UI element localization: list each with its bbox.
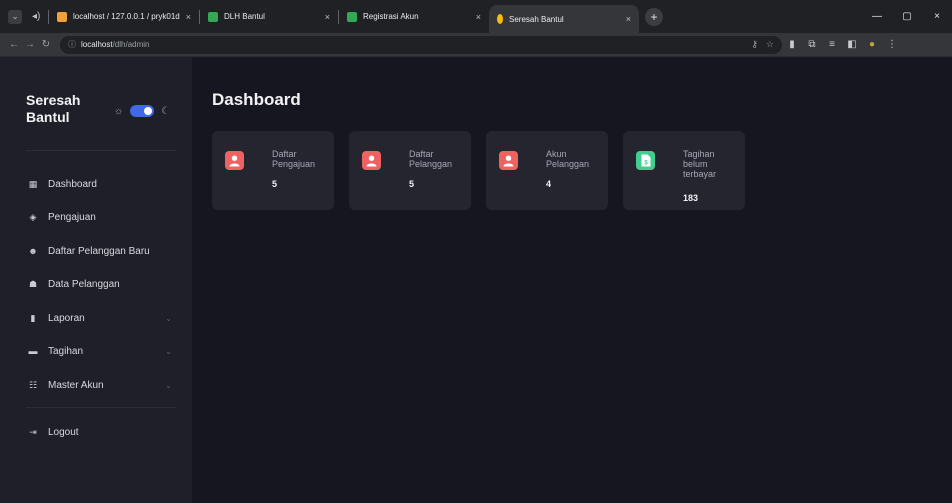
sidebar-item-label: Master Akun bbox=[48, 379, 104, 391]
stat-label: Tagihan belum terbayar bbox=[683, 149, 717, 179]
bookmark-star-icon[interactable]: ☆ bbox=[766, 39, 774, 50]
sidebar-item-tagihan[interactable]: ▬ Tagihan ⌄ bbox=[26, 342, 176, 360]
minimize-icon[interactable]: — bbox=[862, 11, 892, 22]
stat-value: 183 bbox=[683, 193, 699, 203]
close-window-icon[interactable]: × bbox=[922, 11, 952, 22]
close-tab-icon[interactable]: × bbox=[626, 14, 631, 24]
sidebar-item-label: Dashboard bbox=[48, 178, 97, 190]
tab-title: localhost / 127.0.0.1 / pryk01dl bbox=[73, 12, 180, 21]
chevron-down-icon: ⌄ bbox=[165, 380, 172, 390]
browser-tabbar: ⌄ ◂) localhost / 127.0.0.1 / pryk01dl × … bbox=[0, 0, 952, 33]
menu-kebab-icon[interactable]: ⋮ bbox=[882, 39, 902, 50]
close-tab-icon[interactable]: × bbox=[186, 12, 191, 22]
sidebar-item-daftar-pelanggan-baru[interactable]: ☻ Daftar Pelanggan Baru bbox=[26, 242, 176, 260]
stat-card-akun-pelanggan[interactable]: Akun Pelanggan 4 bbox=[486, 131, 608, 210]
tab-search-icon[interactable]: ⌄ bbox=[8, 9, 22, 24]
sidebar-item-dashboard[interactable]: ▦ Dashboard bbox=[26, 175, 176, 193]
user-icon bbox=[225, 151, 244, 170]
browser-tab-phpmyadmin[interactable]: localhost / 127.0.0.1 / pryk01dl × bbox=[49, 0, 199, 33]
address-bar[interactable]: ⓘ localhost/dlh/admin ⚷ ☆ bbox=[60, 35, 782, 54]
user-icon: ☗ bbox=[28, 278, 38, 289]
main-content: Dashboard Daftar Pengajuan 5 Daftar Pela… bbox=[192, 57, 952, 503]
theme-toggle[interactable] bbox=[130, 105, 155, 117]
reload-icon[interactable]: ↻ bbox=[38, 39, 54, 50]
brand-title[interactable]: Seresah Bantul bbox=[26, 92, 106, 126]
sun-icon: ☼ bbox=[114, 105, 124, 117]
invoice-icon: $ bbox=[636, 151, 655, 170]
sidebar-item-label: Laporan bbox=[48, 312, 85, 324]
sidebar-item-pengajuan[interactable]: ◈ Pengajuan bbox=[26, 208, 176, 226]
theme-switcher: ☼ ☾ bbox=[114, 105, 170, 117]
layers-icon: ◈ bbox=[29, 211, 37, 222]
tab-title: Seresah Bantul bbox=[509, 14, 564, 24]
close-tab-icon[interactable]: × bbox=[325, 12, 330, 22]
app: Seresah Bantul ☼ ☾ ▦ Dashboard ◈ Pengaju… bbox=[0, 57, 952, 503]
logout-icon: ⇥ bbox=[29, 426, 37, 437]
window-controls: — ▢ × bbox=[862, 0, 952, 33]
sidebar-item-master-akun[interactable]: ☷ Master Akun ⌄ bbox=[26, 376, 176, 394]
phpmyadmin-icon bbox=[57, 11, 67, 22]
registrasi-favicon-icon bbox=[347, 11, 357, 22]
moon-icon: ☾ bbox=[161, 105, 171, 117]
sidebar-divider bbox=[26, 150, 176, 151]
browser-tab-dlh[interactable]: DLH Bantul × bbox=[200, 0, 338, 33]
new-tab-button[interactable]: + bbox=[645, 7, 663, 26]
stat-card-daftar-pelanggan[interactable]: Daftar Pelanggan 5 bbox=[349, 131, 471, 210]
stat-card-daftar-pengajuan[interactable]: Daftar Pengajuan 5 bbox=[212, 131, 334, 210]
stat-value: 4 bbox=[546, 179, 552, 189]
chevron-down-icon: ⌄ bbox=[165, 346, 172, 356]
page-title: Dashboard bbox=[212, 90, 301, 109]
sidebar-item-laporan[interactable]: ▮ Laporan ⌄ bbox=[26, 309, 176, 327]
file-icon: ▮ bbox=[30, 312, 36, 323]
chevron-down-icon: ⌄ bbox=[165, 313, 172, 323]
forward-icon[interactable]: → bbox=[22, 39, 38, 50]
stat-value: 5 bbox=[409, 179, 415, 189]
profile-avatar-icon[interactable]: ● bbox=[862, 39, 882, 50]
sidebar-item-logout[interactable]: ⇥ Logout bbox=[26, 423, 176, 441]
puzzle-extensions-icon[interactable]: ⧉ bbox=[802, 39, 822, 50]
sidebar-item-label: Daftar Pelanggan Baru bbox=[48, 245, 150, 257]
close-tab-icon[interactable]: × bbox=[476, 12, 481, 22]
password-key-icon[interactable]: ⚷ bbox=[751, 39, 758, 50]
user-plus-icon: ☻ bbox=[28, 246, 38, 256]
sidebar-item-label: Tagihan bbox=[48, 345, 84, 357]
user-icon bbox=[499, 151, 518, 170]
dlh-favicon-icon bbox=[208, 11, 218, 22]
stat-card-tagihan-belum-terbayar[interactable]: $ Tagihan belum terbayar 183 bbox=[623, 131, 745, 210]
sidebar-item-label: Pengajuan bbox=[48, 211, 96, 223]
sidebar-item-label: Data Pelanggan bbox=[48, 278, 120, 290]
stat-label: Akun Pelanggan bbox=[546, 149, 590, 169]
seresah-favicon-icon bbox=[497, 14, 503, 24]
grid-icon: ▦ bbox=[28, 178, 38, 189]
browser-toolbar: ← → ↻ ⓘ localhost/dlh/admin ⚷ ☆ ▮ ⧉ ≡ ◧ … bbox=[0, 33, 952, 57]
receipt-icon: ▬ bbox=[28, 346, 38, 356]
reading-list-icon[interactable]: ≡ bbox=[822, 39, 842, 50]
extension-icon[interactable]: ▮ bbox=[782, 39, 802, 50]
url-host: localhost bbox=[81, 40, 113, 49]
tab-title: DLH Bantul bbox=[224, 12, 265, 21]
user-icon bbox=[362, 151, 381, 170]
stat-label: Daftar Pelanggan bbox=[409, 149, 453, 169]
site-info-icon[interactable]: ⓘ bbox=[68, 39, 76, 50]
extensions-area: ▮ ⧉ ≡ ◧ ● ⋮ bbox=[782, 39, 902, 50]
sidebar-divider bbox=[26, 407, 176, 408]
browser-tab-registrasi[interactable]: Registrasi Akun × bbox=[339, 0, 489, 33]
restore-icon[interactable]: ▢ bbox=[892, 11, 922, 22]
side-panel-icon[interactable]: ◧ bbox=[842, 39, 862, 50]
browser-tab-seresah[interactable]: Seresah Bantul × bbox=[489, 5, 639, 33]
users-icon: ☷ bbox=[28, 379, 38, 390]
toggle-knob bbox=[144, 107, 153, 115]
sidebar-item-label: Logout bbox=[48, 426, 79, 438]
stat-value: 5 bbox=[272, 179, 278, 189]
sidebar: Seresah Bantul ☼ ☾ ▦ Dashboard ◈ Pengaju… bbox=[0, 57, 192, 503]
sidebar-item-data-pelanggan[interactable]: ☗ Data Pelanggan bbox=[26, 275, 176, 293]
back-icon[interactable]: ← bbox=[6, 39, 22, 50]
audio-icon[interactable]: ◂) bbox=[32, 11, 42, 22]
stat-label: Daftar Pengajuan bbox=[272, 149, 316, 169]
url-path: /dlh/admin bbox=[112, 40, 150, 49]
tab-title: Registrasi Akun bbox=[363, 12, 419, 21]
